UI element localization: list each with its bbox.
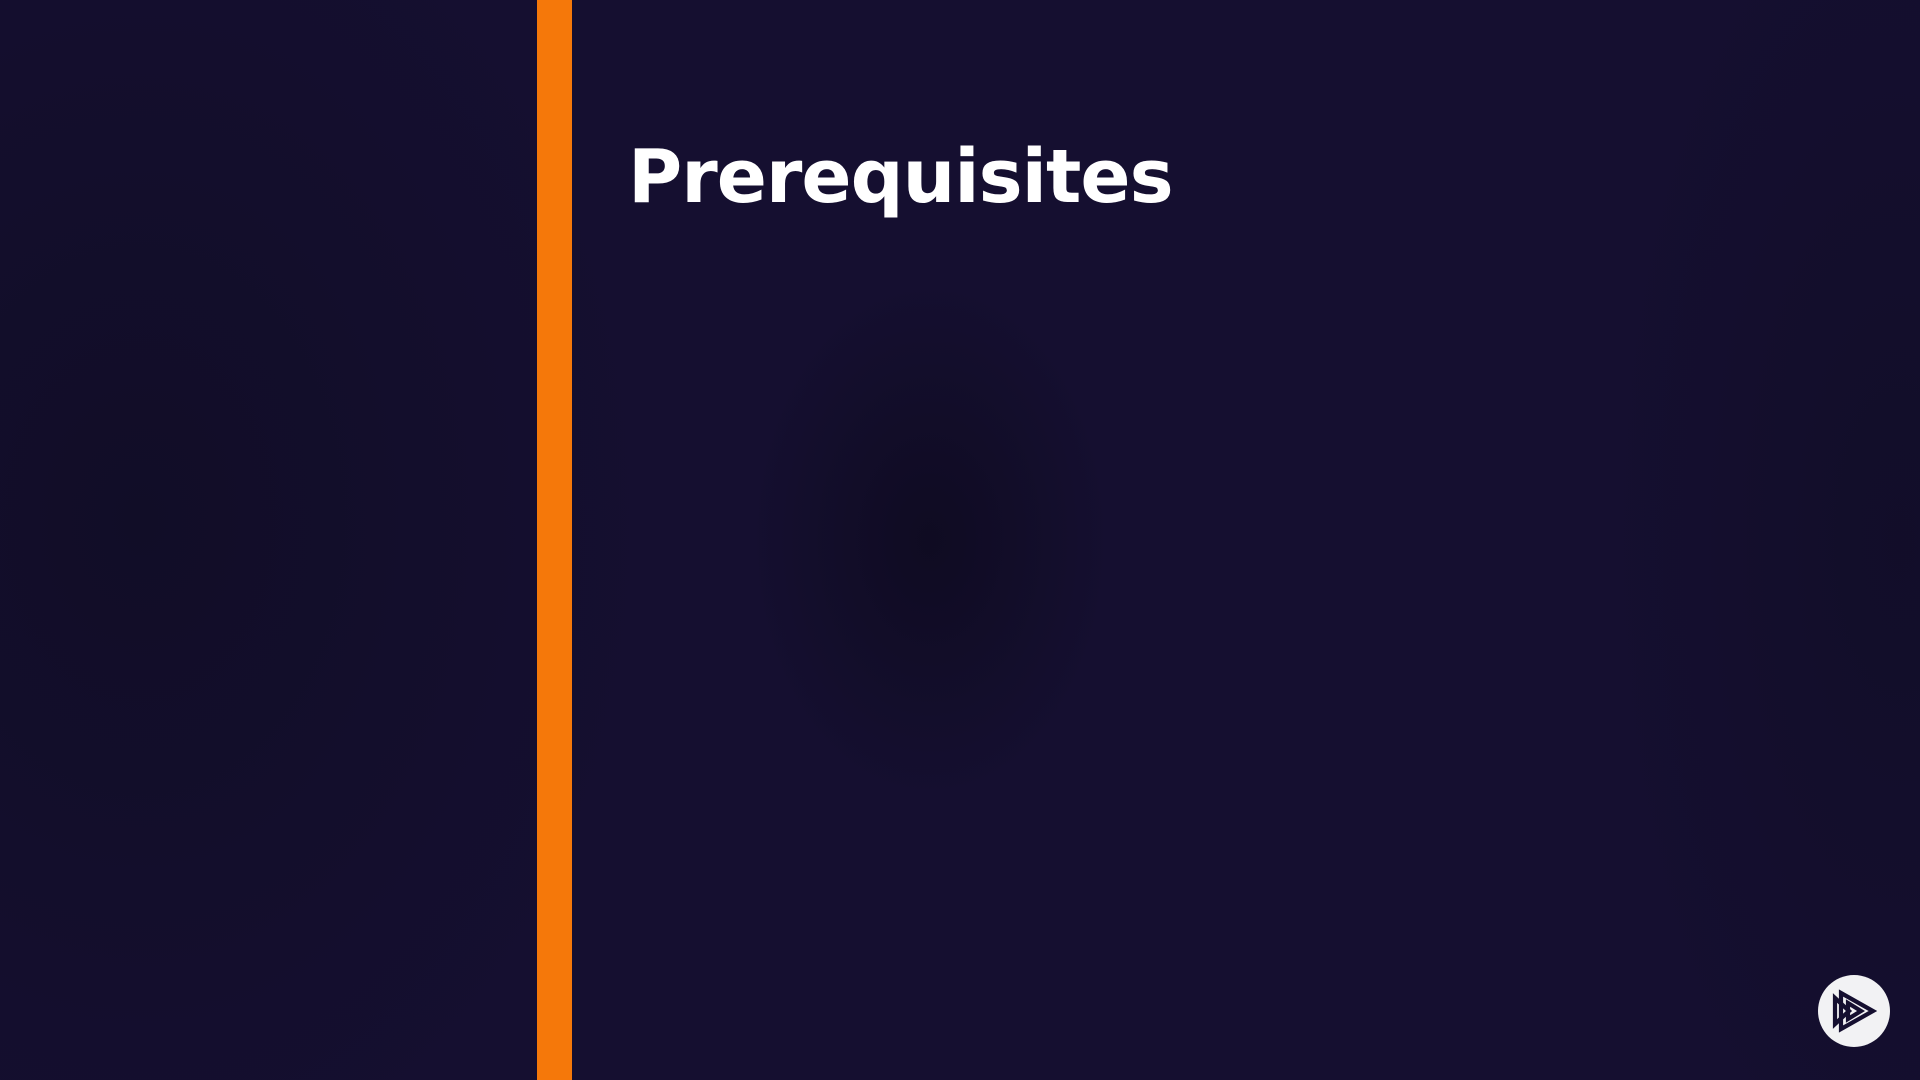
play-triangles-logo-icon — [1832, 989, 1877, 1033]
brand-logo — [1818, 975, 1890, 1047]
slide-background: Prerequisites — [0, 0, 1920, 1080]
accent-bar — [537, 0, 572, 1080]
slide-title: Prerequisites — [628, 134, 1174, 220]
